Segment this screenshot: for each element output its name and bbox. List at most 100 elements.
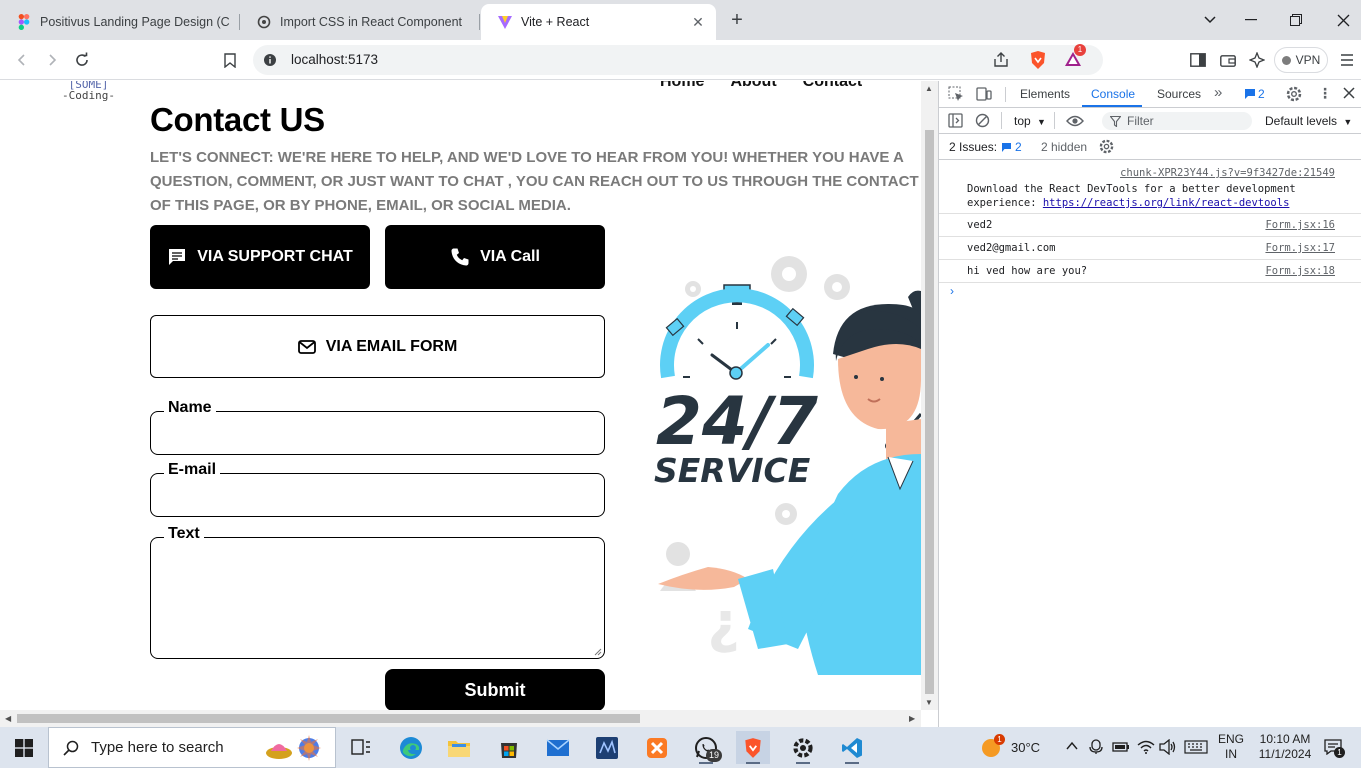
resize-handle-icon[interactable] — [594, 648, 602, 656]
page-vertical-scroll-thumb[interactable] — [925, 130, 934, 694]
site-logo[interactable]: [SOME] -Coding- — [62, 81, 115, 101]
wifi-icon[interactable] — [1137, 740, 1155, 757]
console-source-link[interactable]: Form.jsx:18 — [1265, 265, 1335, 277]
messages-icon[interactable] — [1244, 88, 1256, 103]
clear-console-icon[interactable] — [975, 113, 990, 131]
new-tab-button[interactable]: + — [726, 10, 748, 32]
back-button[interactable] — [10, 48, 34, 72]
language-indicator[interactable]: ENG IN — [1214, 732, 1248, 762]
meet-now-icon[interactable] — [1089, 739, 1103, 758]
tab-positivus[interactable]: Positivus Landing Page Design (Com — [0, 4, 240, 40]
scroll-left-arrow-icon[interactable]: ◀ — [5, 714, 11, 723]
email-form-button[interactable]: VIA EMAIL FORM — [150, 315, 605, 378]
close-devtools-icon[interactable] — [1342, 86, 1356, 103]
email-form-label: VIA EMAIL FORM — [325, 337, 458, 355]
support-illustration: 24/7 SERVICE ? — [654, 256, 921, 675]
minimize-button[interactable] — [1228, 0, 1274, 40]
submit-button[interactable]: Submit — [385, 669, 605, 711]
nav-contact[interactable]: Contact — [803, 81, 863, 91]
close-tab-icon[interactable]: ✕ — [690, 14, 706, 30]
brave-shields-icon[interactable] — [1029, 50, 1047, 73]
clock[interactable]: 10:10 AM 11/1/2024 — [1251, 732, 1319, 762]
brave-browser-icon[interactable] — [736, 731, 770, 764]
settings-gear-icon[interactable] — [786, 731, 820, 764]
weather-widget[interactable]: 1 — [980, 734, 1005, 762]
whatsapp-icon[interactable]: 19 — [689, 731, 723, 764]
sidebar-toggle-icon[interactable] — [948, 113, 963, 131]
vpn-button[interactable]: VPN — [1274, 47, 1328, 73]
close-window-button[interactable] — [1320, 0, 1361, 40]
task-view-icon[interactable] — [344, 731, 378, 764]
page-horizontal-scroll-thumb[interactable] — [17, 714, 640, 723]
issues-count[interactable]: 2 — [1015, 140, 1022, 154]
console-prompt[interactable]: › — [950, 284, 954, 298]
reload-button[interactable] — [70, 48, 94, 72]
microsoft-store-icon[interactable] — [492, 731, 526, 764]
issues-label: 2 Issues: — [949, 140, 998, 154]
scroll-right-arrow-icon[interactable]: ▶ — [909, 714, 915, 723]
name-field[interactable]: Name — [150, 399, 605, 455]
more-tabs-icon[interactable]: » — [1214, 84, 1222, 101]
tab-vite-react[interactable]: Vite + React ✕ — [481, 4, 716, 40]
settings-gear-icon[interactable] — [1286, 86, 1302, 105]
restore-button[interactable] — [1273, 0, 1319, 40]
show-hidden-icons-icon[interactable] — [1066, 740, 1078, 754]
start-button[interactable] — [0, 727, 48, 768]
share-icon[interactable] — [992, 51, 1010, 72]
console-settings-gear-icon[interactable] — [1099, 139, 1114, 157]
notification-icon[interactable]: 1 — [1324, 739, 1345, 758]
console-message: chunk-XPR23Y44.js?v=9f3427de:21549 Downl… — [939, 163, 1361, 214]
call-button[interactable]: VIA Call — [385, 225, 605, 289]
leo-ai-icon[interactable] — [1245, 48, 1269, 72]
support-chat-button[interactable]: VIA SUPPORT CHAT — [150, 225, 370, 289]
kebab-menu-icon[interactable]: ⋮ — [1318, 85, 1332, 102]
devtools-tab-sources[interactable]: Sources — [1157, 87, 1201, 101]
windbg-icon[interactable] — [590, 731, 624, 764]
tab-import-css[interactable]: Import CSS in React Component — [240, 4, 480, 40]
battery-icon[interactable] — [1111, 739, 1131, 758]
react-devtools-link[interactable]: https://reactjs.org/link/react-devtools — [1043, 197, 1290, 209]
console-source-link[interactable]: chunk-XPR23Y44.js?v=9f3427de:21549 — [1120, 167, 1335, 179]
scroll-up-arrow-icon[interactable]: ▲ — [925, 84, 933, 93]
context-selector[interactable]: top ▼ — [1014, 114, 1046, 128]
address-bar[interactable]: localhost:5173 1 — [253, 44, 1103, 75]
console-source-link[interactable]: Form.jsx:17 — [1265, 242, 1335, 254]
nav-home[interactable]: Home — [660, 81, 704, 91]
search-icon — [63, 740, 79, 756]
site-info-icon[interactable] — [263, 53, 277, 70]
xampp-icon[interactable] — [640, 731, 674, 764]
console-source-link[interactable]: Form.jsx:16 — [1265, 219, 1335, 231]
taskbar-search-box[interactable]: Type here to search — [48, 727, 336, 768]
text-label: Text — [164, 525, 204, 543]
bookmark-icon[interactable] — [218, 48, 242, 72]
tab-title: Vite + React — [521, 15, 590, 29]
issue-message-icon[interactable] — [1001, 142, 1012, 156]
keyboard-icon[interactable] — [1184, 740, 1208, 757]
sidebar-toggle-icon[interactable] — [1186, 48, 1210, 72]
scroll-down-arrow-icon[interactable]: ▼ — [925, 698, 933, 707]
nav-about[interactable]: About — [730, 81, 776, 91]
menu-icon[interactable] — [1335, 48, 1359, 72]
inspect-element-icon[interactable] — [948, 86, 964, 105]
text-field[interactable]: Text — [150, 525, 605, 659]
devtools-tab-console[interactable]: Console — [1091, 87, 1135, 101]
filter-icon — [1110, 115, 1121, 127]
forward-button[interactable] — [40, 48, 64, 72]
console-filter-input[interactable]: Filter — [1102, 112, 1252, 130]
volume-icon[interactable] — [1159, 738, 1177, 758]
search-placeholder: Type here to search — [91, 739, 224, 756]
mail-icon[interactable] — [541, 731, 575, 764]
device-toolbar-icon[interactable] — [976, 86, 992, 105]
file-explorer-icon[interactable] — [442, 731, 476, 764]
wallet-icon[interactable] — [1216, 48, 1240, 72]
email-field[interactable]: E-mail — [150, 461, 605, 517]
live-expression-eye-icon[interactable] — [1066, 114, 1084, 131]
edge-icon[interactable] — [394, 731, 428, 764]
search-highlight-icon[interactable] — [263, 733, 325, 763]
dropdown-arrow-icon: ▼ — [1037, 117, 1046, 127]
log-levels-dropdown[interactable]: Default levels ▼ — [1265, 114, 1352, 128]
devtools-tab-elements[interactable]: Elements — [1020, 87, 1070, 101]
vscode-icon[interactable] — [835, 731, 869, 764]
tab-search-icon[interactable] — [1187, 0, 1233, 40]
tab-title: Import CSS in React Component — [280, 15, 463, 29]
